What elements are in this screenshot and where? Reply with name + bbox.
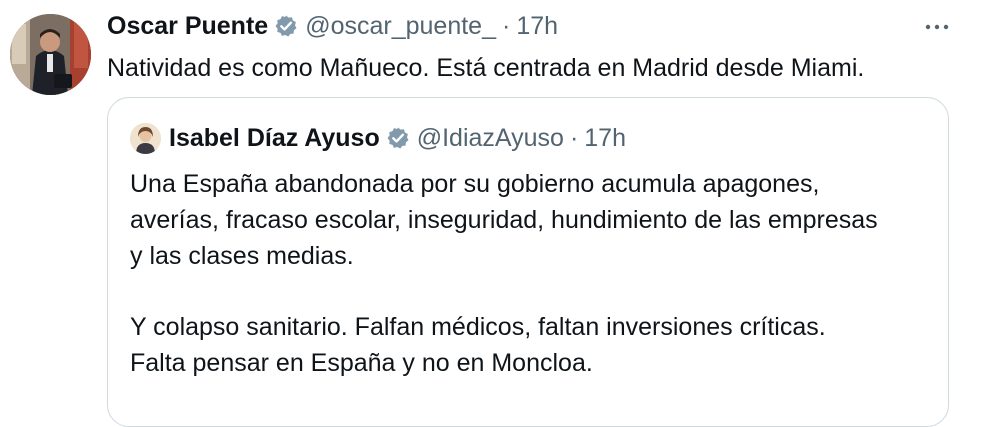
- quoted-author-avatar[interactable]: [130, 122, 161, 154]
- more-options-icon[interactable]: [924, 14, 950, 40]
- quoted-tweet-time[interactable]: 17h: [584, 120, 626, 156]
- tweet-header: Oscar Puente @oscar_puente_ · 17h: [107, 8, 558, 44]
- author-photo: [10, 14, 91, 95]
- quoted-paragraph-2: Y colapso sanitario. Falfan médicos, fal…: [130, 309, 826, 381]
- author-avatar[interactable]: [10, 14, 91, 95]
- author-name[interactable]: Oscar Puente: [107, 8, 268, 44]
- quoted-text-line: Falta pensar en España y no en Moncloa.: [130, 349, 593, 377]
- tweet-time[interactable]: 17h: [516, 8, 558, 44]
- verified-badge-icon: [386, 126, 410, 150]
- author-handle[interactable]: @oscar_puente_: [305, 8, 496, 44]
- quoted-author-handle[interactable]: @IdiazAyuso: [417, 120, 564, 156]
- quoted-author-photo: [130, 122, 161, 154]
- separator-dot: ·: [501, 12, 511, 40]
- separator-dot: ·: [569, 124, 579, 152]
- tweet: Oscar Puente @oscar_puente_ · 17h Nativi…: [0, 0, 1000, 427]
- verified-badge-icon: [274, 14, 298, 38]
- quoted-text-line: y las clases medias.: [130, 242, 354, 270]
- quoted-tweet-header: Isabel Díaz Ayuso @IdiazAyuso · 17h: [130, 120, 626, 156]
- quoted-tweet[interactable]: Isabel Díaz Ayuso @IdiazAyuso · 17h Una …: [107, 97, 949, 427]
- quoted-text-line: Y colapso sanitario. Falfan médicos, fal…: [130, 313, 826, 341]
- quoted-text-line: Una España abandonada por su gobierno ac…: [130, 170, 820, 198]
- tweet-text: Natividad es como Mañueco. Está centrada…: [107, 54, 865, 82]
- quoted-paragraph-1: Una España abandonada por su gobierno ac…: [130, 166, 878, 274]
- quoted-text-line: averías, fracaso escolar, inseguridad, h…: [130, 206, 878, 234]
- quoted-author-name[interactable]: Isabel Díaz Ayuso: [169, 120, 380, 156]
